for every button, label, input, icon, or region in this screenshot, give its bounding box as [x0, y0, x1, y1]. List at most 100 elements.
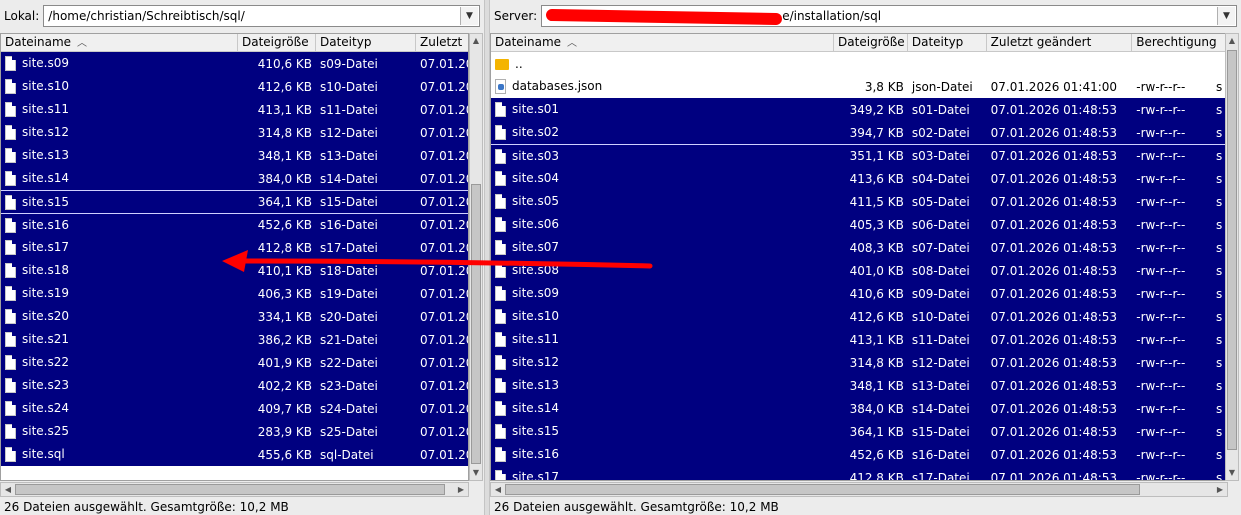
table-row[interactable]: site.s25 283,9 KB s25-Datei 07.01.20 — [1, 420, 468, 443]
table-row[interactable]: site.s09 410,6 KB s09-Datei 07.01.2026 01:4… — [491, 282, 1227, 305]
file-name-cell[interactable]: site.s23 — [1, 378, 238, 393]
table-row[interactable]: site.s13 348,1 KB s13-Datei 07.01.20 — [1, 144, 468, 167]
scroll-up-icon[interactable]: ▲ — [1226, 34, 1238, 48]
table-row[interactable]: site.s01 349,2 KB s01-Datei 07.01.2026 01:4… — [491, 98, 1227, 121]
file-name-cell[interactable]: site.s25 — [1, 424, 238, 439]
remote-file-list[interactable]: Dateiname ︿ Dateigröße Dateityp Zuletzt g… — [490, 33, 1228, 481]
file-name-cell[interactable]: .. — [491, 57, 834, 71]
local-col-size[interactable]: Dateigröße — [238, 34, 316, 52]
file-name-cell[interactable]: site.s14 — [1, 171, 238, 186]
table-row[interactable]: site.s15 364,1 KB s15-Datei 07.01.20 — [1, 190, 468, 213]
file-name-cell[interactable]: site.s15 — [491, 424, 834, 439]
file-name-cell[interactable]: site.s07 — [491, 240, 834, 255]
remote-path-text[interactable]: e/installation/sql — [782, 9, 881, 23]
file-name-cell[interactable]: site.s21 — [1, 332, 238, 347]
local-hscroll-thumb[interactable] — [15, 484, 445, 495]
remote-col-size[interactable]: Dateigröße — [834, 34, 908, 52]
table-row[interactable]: site.s11 413,1 KB s11-Datei 07.01.2026 01:4… — [491, 328, 1227, 351]
table-row[interactable]: site.s10 412,6 KB s10-Datei 07.01.20 — [1, 75, 468, 98]
local-file-list[interactable]: Dateiname ︿ Dateigröße Dateityp Zuletzt s… — [0, 33, 469, 481]
scroll-down-icon[interactable]: ▼ — [1226, 466, 1238, 480]
file-name-cell[interactable]: site.s05 — [491, 194, 834, 209]
file-name-cell[interactable]: site.s13 — [1, 148, 238, 163]
file-name-cell[interactable]: site.s15 — [1, 194, 238, 210]
table-row[interactable]: site.s09 410,6 KB s09-Datei 07.01.20 — [1, 52, 468, 75]
file-name-cell[interactable]: databases.json — [491, 79, 834, 94]
table-row[interactable]: site.s11 413,1 KB s11-Datei 07.01.20 — [1, 98, 468, 121]
file-name-cell[interactable]: site.s04 — [491, 171, 834, 186]
chevron-down-icon[interactable]: ▼ — [460, 7, 478, 25]
file-name-cell[interactable]: site.s13 — [491, 378, 834, 393]
table-row[interactable]: site.s12 314,8 KB s12-Datei 07.01.2026 01:4… — [491, 351, 1227, 374]
local-path-combo[interactable]: /home/christian/Schreibtisch/sql/ ▼ — [43, 5, 480, 27]
file-name-cell[interactable]: site.sql — [1, 447, 238, 462]
table-row[interactable]: site.s03 351,1 KB s03-Datei 07.01.2026 01:4… — [491, 144, 1227, 167]
table-row[interactable]: site.s07 408,3 KB s07-Datei 07.01.2026 01:4… — [491, 236, 1227, 259]
table-row[interactable]: site.s21 386,2 KB s21-Datei 07.01.20 — [1, 328, 468, 351]
table-row[interactable]: site.s12 314,8 KB s12-Datei 07.01.20 — [1, 121, 468, 144]
file-name-cell[interactable]: site.s02 — [491, 125, 834, 140]
local-vertical-scrollbar[interactable]: ▲ ▼ — [469, 33, 483, 481]
remote-col-date[interactable]: Zuletzt geändert — [987, 34, 1133, 52]
table-row[interactable]: site.s24 409,7 KB s24-Datei 07.01.20 — [1, 397, 468, 420]
table-row[interactable]: site.s08 401,0 KB s08-Datei 07.01.2026 01:4… — [491, 259, 1227, 282]
table-row[interactable]: site.s14 384,0 KB s14-Datei 07.01.20 — [1, 167, 468, 190]
scroll-left-icon[interactable]: ◀ — [491, 483, 505, 496]
file-name-cell[interactable]: site.s20 — [1, 309, 238, 324]
file-name-cell[interactable]: site.s12 — [491, 355, 834, 370]
scroll-left-icon[interactable]: ◀ — [1, 483, 15, 496]
file-name-cell[interactable]: site.s12 — [1, 125, 238, 140]
file-name-cell[interactable]: site.s03 — [491, 148, 834, 164]
file-name-cell[interactable]: site.s24 — [1, 401, 238, 416]
local-col-type[interactable]: Dateityp — [316, 34, 416, 52]
table-row[interactable]: site.s04 413,6 KB s04-Datei 07.01.2026 01:4… — [491, 167, 1227, 190]
file-name-cell[interactable]: site.s11 — [491, 332, 834, 347]
local-path-text[interactable]: /home/christian/Schreibtisch/sql/ — [48, 9, 244, 23]
table-row[interactable]: site.s06 405,3 KB s06-Datei 07.01.2026 01:4… — [491, 213, 1227, 236]
local-horizontal-scrollbar[interactable]: ◀ ▶ — [0, 482, 469, 497]
table-row[interactable]: .. — [491, 52, 1227, 75]
file-name-cell[interactable]: site.s16 — [491, 447, 834, 462]
file-name-cell[interactable]: site.s14 — [491, 401, 834, 416]
file-name-cell[interactable]: site.s08 — [491, 263, 834, 278]
table-row[interactable]: site.s19 406,3 KB s19-Datei 07.01.20 — [1, 282, 468, 305]
scroll-right-icon[interactable]: ▶ — [454, 483, 468, 496]
file-name-cell[interactable]: site.s10 — [1, 79, 238, 94]
table-row[interactable]: site.s23 402,2 KB s23-Datei 07.01.20 — [1, 374, 468, 397]
local-col-name[interactable]: Dateiname ︿ — [1, 34, 238, 52]
table-row[interactable]: site.s16 452,6 KB s16-Datei 07.01.20 — [1, 213, 468, 236]
remote-hscroll-thumb[interactable] — [505, 484, 1140, 495]
remote-vertical-scrollbar[interactable]: ▲ ▼ — [1225, 33, 1239, 481]
table-row[interactable]: site.s14 384,0 KB s14-Datei 07.01.2026 01:4… — [491, 397, 1227, 420]
table-row[interactable]: site.s17 412,8 KB s17-Datei 07.01.2026 01:4… — [491, 466, 1227, 480]
remote-path-combo[interactable]: e/installation/sql ▼ — [541, 5, 1237, 27]
scroll-up-icon[interactable]: ▲ — [470, 34, 482, 48]
file-name-cell[interactable]: site.s10 — [491, 309, 834, 324]
table-row[interactable]: site.s15 364,1 KB s15-Datei 07.01.2026 01:4… — [491, 420, 1227, 443]
file-name-cell[interactable]: site.s22 — [1, 355, 238, 370]
table-row[interactable]: site.s02 394,7 KB s02-Datei 07.01.2026 01:4… — [491, 121, 1227, 144]
scroll-right-icon[interactable]: ▶ — [1213, 483, 1227, 496]
table-row[interactable]: site.s18 410,1 KB s18-Datei 07.01.20 — [1, 259, 468, 282]
remote-vscroll-thumb[interactable] — [1227, 50, 1237, 450]
scroll-down-icon[interactable]: ▼ — [470, 466, 482, 480]
file-name-cell[interactable]: site.s11 — [1, 102, 238, 117]
file-name-cell[interactable]: site.s09 — [1, 56, 238, 71]
table-row[interactable]: site.s10 412,6 KB s10-Datei 07.01.2026 01:4… — [491, 305, 1227, 328]
table-row[interactable]: site.s05 411,5 KB s05-Datei 07.01.2026 01:4… — [491, 190, 1227, 213]
file-name-cell[interactable]: site.s18 — [1, 263, 238, 278]
table-row[interactable]: site.sql 455,6 KB sql-Datei 07.01.20 — [1, 443, 468, 466]
local-col-date[interactable]: Zuletzt — [416, 34, 468, 52]
file-name-cell[interactable]: site.s17 — [491, 470, 834, 480]
table-row[interactable]: site.s16 452,6 KB s16-Datei 07.01.2026 01:4… — [491, 443, 1227, 466]
file-name-cell[interactable]: site.s06 — [491, 217, 834, 232]
remote-horizontal-scrollbar[interactable]: ◀ ▶ — [490, 482, 1228, 497]
remote-col-perm[interactable]: Berechtigung — [1132, 34, 1227, 52]
file-name-cell[interactable]: site.s17 — [1, 240, 238, 255]
table-row[interactable]: site.s20 334,1 KB s20-Datei 07.01.20 — [1, 305, 468, 328]
file-name-cell[interactable]: site.s19 — [1, 286, 238, 301]
remote-col-name[interactable]: Dateiname ︿ — [491, 34, 835, 52]
chevron-down-icon[interactable]: ▼ — [1217, 7, 1235, 25]
remote-col-type[interactable]: Dateityp — [908, 34, 987, 52]
table-row[interactable]: site.s13 348,1 KB s13-Datei 07.01.2026 01:4… — [491, 374, 1227, 397]
